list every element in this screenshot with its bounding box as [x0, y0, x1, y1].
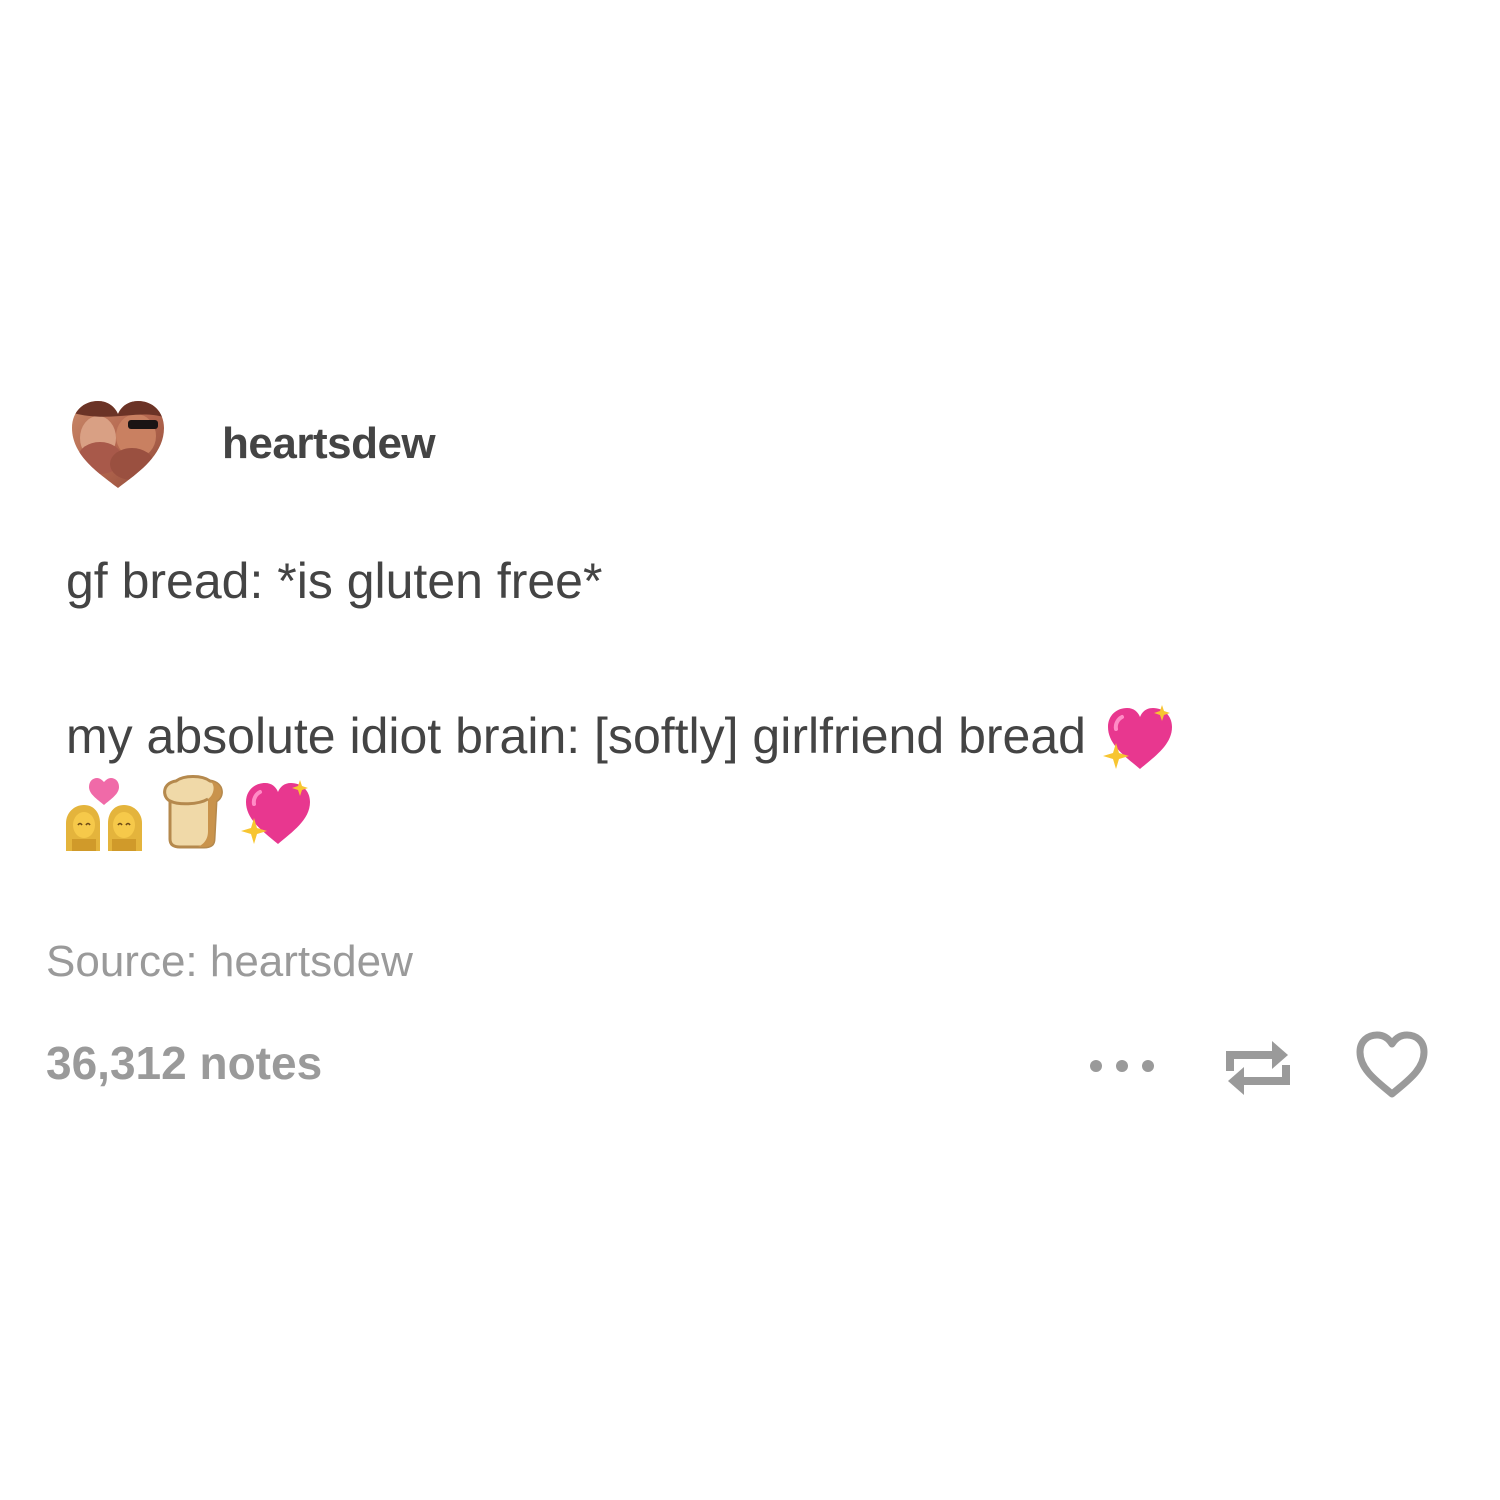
post-text-line-2: my absolute idiot brain: [softly] girlfr… [66, 703, 1176, 773]
sparkling-heart-icon [1102, 705, 1172, 769]
reblog-button[interactable] [1218, 1035, 1298, 1101]
avatar[interactable] [70, 398, 166, 490]
notes-count[interactable]: 36,312 notes [46, 1040, 322, 1086]
like-button[interactable] [1352, 1030, 1432, 1102]
more-button[interactable] [1084, 1054, 1164, 1078]
two-women-with-heart-icon [66, 778, 142, 851]
post-controls [1084, 1030, 1444, 1100]
reblog-icon [1226, 1041, 1290, 1095]
bread-icon [163, 775, 223, 849]
post-text-line-1: gf bread: *is gluten free* [66, 553, 603, 609]
post-source[interactable]: Source: heartsdew [46, 940, 413, 984]
tumblr-post: heartsdew gf bread: *is gluten free* my … [0, 0, 1500, 1500]
post-text-line-2-text: my absolute idiot brain: [softly] girlfr… [66, 708, 1086, 764]
emoji-row [62, 772, 314, 854]
more-icon [1090, 1060, 1154, 1072]
heart-icon [1356, 1031, 1428, 1098]
post-header: heartsdew [70, 398, 436, 490]
sparkling-heart-icon [241, 780, 310, 844]
username[interactable]: heartsdew [222, 422, 436, 466]
